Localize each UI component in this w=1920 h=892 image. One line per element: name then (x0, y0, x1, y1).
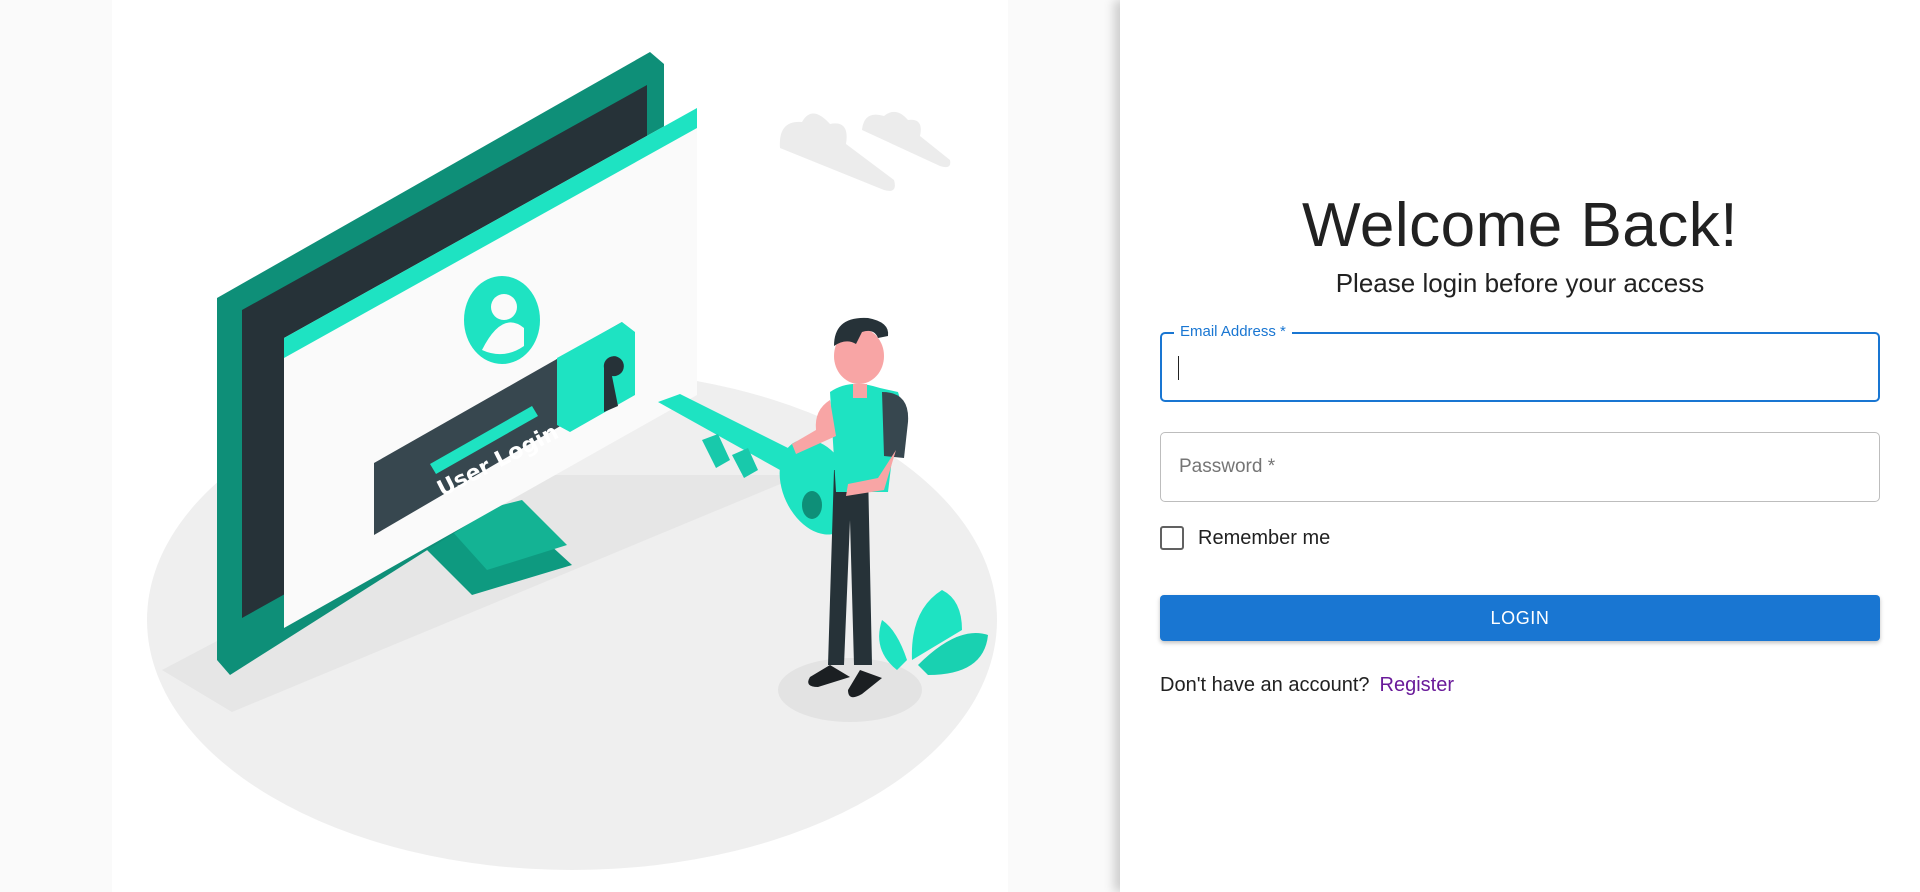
remember-checkbox[interactable] (1160, 526, 1184, 550)
remember-me[interactable]: Remember me (1160, 526, 1330, 550)
login-illustration: User Login (147, 52, 997, 870)
page-subtitle: Please login before your access (1335, 268, 1705, 298)
signup-prompt: Don't have an account? (1160, 674, 1370, 696)
login-page: User Login Welcome Back! Please login be… (0, 0, 1920, 892)
text-cursor (1178, 356, 1179, 380)
email-input[interactable] (1162, 334, 1878, 400)
illustration-card: User Login (112, 0, 1008, 892)
register-link[interactable]: Register (1380, 674, 1454, 697)
remember-label: Remember me (1198, 526, 1331, 549)
signup-row: Don't have an account? Register (1160, 674, 1454, 697)
clouds (779, 111, 951, 191)
illustration-panel: User Login (0, 0, 1120, 892)
page-title: Welcome Back! (1301, 191, 1739, 260)
email-field[interactable]: Email Address * (1160, 323, 1880, 402)
password-input[interactable] (1161, 433, 1879, 501)
login-panel: Welcome Back! Please login before your a… (1120, 0, 1920, 892)
password-field[interactable] (1160, 432, 1880, 502)
login-button[interactable]: LOGIN (1160, 595, 1880, 641)
